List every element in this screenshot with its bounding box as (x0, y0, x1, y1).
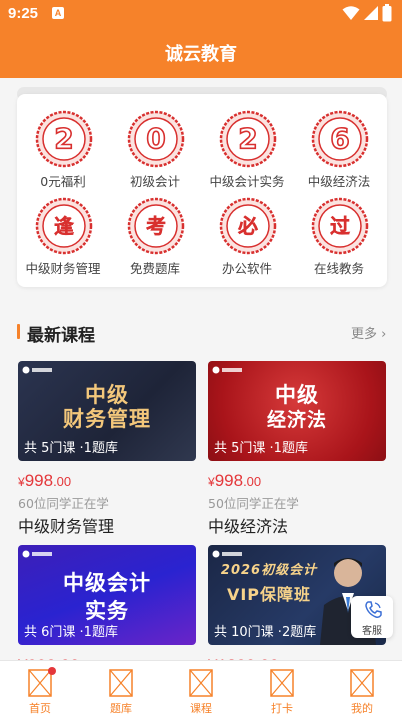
course-thumbnail: 中级 财务管理 共 5门课 ·1题库 (18, 361, 196, 461)
feature-grid-label: 初级会计 (129, 174, 180, 189)
feature-grid-item[interactable]: 考免费题库 (109, 197, 201, 283)
status-bar: 9:25 A (0, 0, 402, 28)
course-banner-line1: 中级会计 (63, 571, 151, 595)
course-meta: 共 10门课 ·2题库 (214, 625, 317, 640)
section-title: 最新课程 (27, 326, 95, 346)
notification-icon: A (52, 7, 64, 19)
tab-placeholder-icon (109, 669, 133, 697)
seal-glyph: 过 (330, 214, 350, 238)
course-meta: 共 6门课 ·1题库 (24, 625, 118, 640)
brand-logo-icon (22, 366, 52, 374)
tab-placeholder-icon (270, 669, 294, 697)
feature-grid-item[interactable]: 2 0元福利 (17, 110, 109, 196)
feature-grid-label: 0元福利 (40, 174, 86, 189)
seal-glyph: 6 (330, 122, 349, 155)
seal-glyph: 必 (237, 214, 258, 238)
seal-glyph: 逢 (54, 214, 74, 238)
seal-glyph: 2 (238, 122, 257, 155)
feature-grid-item[interactable]: 0 初级会计 (109, 110, 201, 196)
feature-grid: 2 0元福利 0 初级会计 2 中级会计实务 6 中级经济法逢中级财务管理考免费题库必办公软件… (17, 94, 387, 287)
more-link[interactable]: 更多 › (351, 323, 386, 342)
feature-grid-item[interactable]: 必办公软件 (201, 197, 293, 283)
app-screen: 9:25 A 诚云教育 2 0元福利 0 初级会计 2 中级会计实务 6 中级经济法逢中级财务… (0, 0, 402, 716)
seal-icon: 2 (35, 110, 93, 168)
seal-icon: 必 (219, 197, 277, 255)
tab-label: 课程 (190, 702, 212, 715)
course-meta: 共 5门课 ·1题库 (214, 441, 308, 456)
tab-placeholder-icon (350, 669, 374, 697)
page-title: 诚云教育 (165, 44, 237, 65)
course-students: 60位同学正在学 (18, 496, 109, 511)
seal-glyph: 0 (146, 122, 165, 155)
course-banner-line2: 财务管理 (63, 407, 151, 431)
seal-icon: 过 (311, 197, 369, 255)
tab-3[interactable]: 打卡 (242, 661, 322, 716)
bottom-tab-bar: 首页 题库 课程 打卡 我的 (0, 660, 402, 716)
feature-grid-item[interactable]: 6 中级经济法 (293, 110, 385, 196)
battery-icon (382, 4, 392, 22)
feature-grid-label: 中级会计实务 (209, 174, 285, 189)
tab-1[interactable]: 题库 (81, 661, 161, 716)
status-time: 9:25 (8, 5, 39, 22)
brand-logo-icon (212, 550, 242, 558)
tab-0[interactable]: 首页 (0, 661, 80, 716)
course-students: 50位同学正在学 (208, 496, 299, 511)
seal-icon: 2 (219, 110, 277, 168)
course-card[interactable]: 中级会计 实务 共 6门课 ·1题库 ¥998.00 (18, 545, 196, 675)
tab-label: 我的 (351, 702, 373, 715)
feature-grid-item[interactable]: 过在线教务 (293, 197, 385, 283)
feature-grid-label: 中级经济法 (307, 174, 371, 189)
feature-grid-label: 免费题库 (129, 261, 180, 276)
tab-4[interactable]: 我的 (322, 661, 402, 716)
course-name: 中级经济法 (208, 517, 289, 536)
tab-label: 打卡 (271, 702, 293, 715)
course-card[interactable]: 中级 经济法 共 5门课 ·1题库 ¥998.00 50位同学正在学 中级经济法 (208, 361, 386, 536)
feature-grid-label: 办公软件 (221, 261, 272, 276)
wifi-icon (342, 6, 360, 20)
feature-grid-item[interactable]: 逢中级财务管理 (17, 197, 109, 283)
seal-icon: 考 (127, 197, 185, 255)
tab-label: 题库 (110, 702, 132, 715)
feature-grid-label: 中级财务管理 (25, 261, 101, 276)
brand-logo-icon (22, 550, 52, 558)
seal-icon: 0 (127, 110, 185, 168)
feature-grid-item[interactable]: 2 中级会计实务 (201, 110, 293, 196)
seal-glyph: 2 (54, 122, 73, 155)
course-thumbnail: 中级会计 实务 共 6门课 ·1题库 (18, 545, 196, 645)
seal-glyph: 考 (146, 214, 166, 238)
signal-icon (364, 6, 378, 20)
feature-grid-label: 在线教务 (313, 261, 364, 276)
course-banner-line2: 经济法 (266, 409, 327, 431)
tab-label: 首页 (29, 702, 51, 715)
customer-service-button[interactable]: 客服 (351, 596, 393, 638)
seal-icon: 逢 (35, 197, 93, 255)
phone-icon (365, 601, 382, 618)
course-price: ¥998.00 (18, 471, 72, 490)
notification-dot (48, 667, 56, 675)
tab-2[interactable]: 课程 (161, 661, 241, 716)
seal-icon: 6 (311, 110, 369, 168)
section-accent (17, 324, 20, 339)
course-card[interactable]: 中级 财务管理 共 5门课 ·1题库 ¥998.00 60位同学正在学 中级财务… (18, 361, 196, 536)
tab-placeholder-icon (189, 669, 213, 697)
brand-logo-icon (212, 366, 242, 374)
course-price: ¥998.00 (208, 471, 262, 490)
course-meta: 共 5门课 ·1题库 (24, 441, 118, 456)
course-name: 中级财务管理 (18, 517, 115, 536)
course-thumbnail: 中级 经济法 共 5门课 ·1题库 (208, 361, 386, 461)
customer-service-label: 客服 (362, 626, 382, 637)
